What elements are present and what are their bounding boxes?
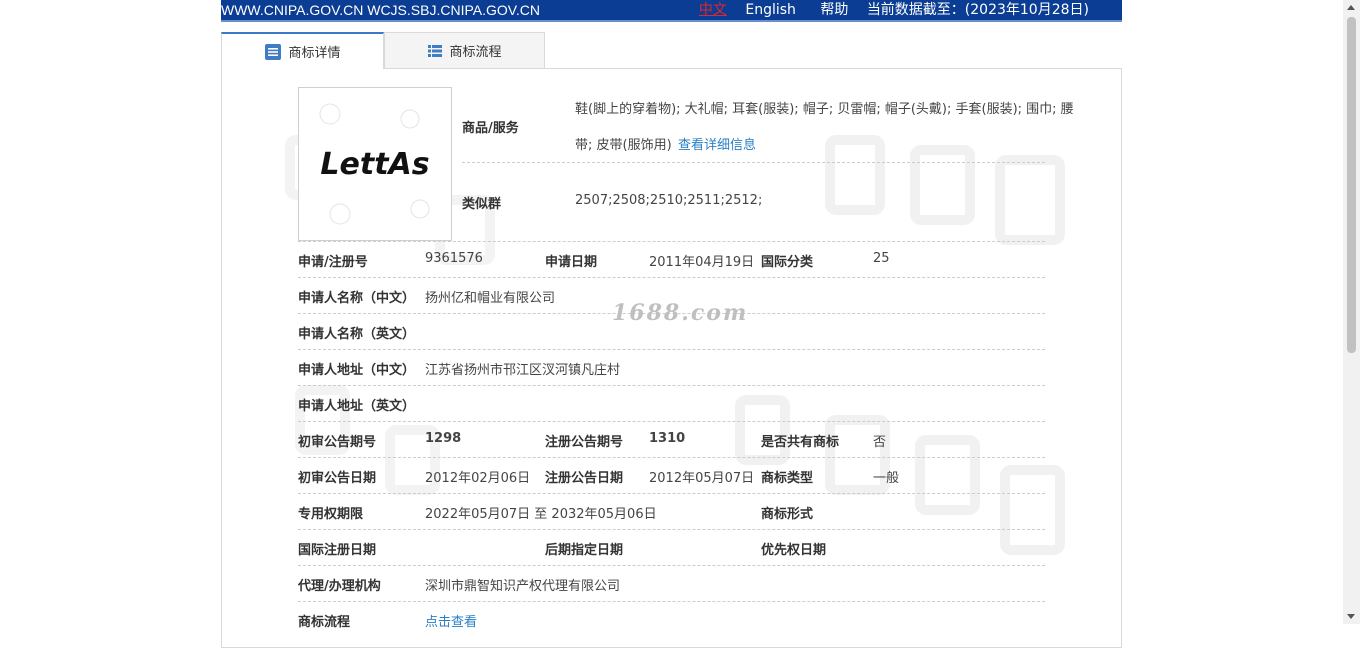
vertical-scrollbar[interactable] (1343, 0, 1360, 624)
goods-label: 商品/服务 (462, 121, 519, 136)
prelim-date-value: 2012年02月06日 (425, 471, 531, 486)
divider (298, 529, 1045, 530)
tab-trademark-detail[interactable]: 商标详情 (221, 32, 384, 69)
tm-form-label: 商标形式 (761, 507, 814, 522)
site-watermark: 1688.com (612, 300, 749, 326)
scrollbar-thumb[interactable] (1347, 17, 1356, 353)
divider (298, 601, 1045, 602)
document-list-icon (265, 43, 282, 60)
divider (298, 493, 1045, 494)
lang-zh-link[interactable]: 中文 (699, 2, 727, 18)
divider (298, 349, 1045, 350)
reg-no-label: 申请/注册号 (298, 255, 368, 270)
scroll-up-icon[interactable] (1347, 5, 1355, 10)
background-seal-watermark-2 (735, 395, 1065, 555)
address-en-label: 申请人地址（英文） (298, 399, 416, 414)
svg-text:LettAs: LettAs (320, 147, 429, 182)
reg-pub-date-label: 注册公告日期 (545, 471, 624, 486)
divider (298, 277, 1045, 278)
intl-class-value: 25 (873, 251, 890, 266)
reg-no-value: 9361576 (425, 251, 483, 266)
exclusive-value: 2022年05月07日 至 2032年05月06日 (425, 507, 657, 522)
divider (298, 421, 1045, 422)
tab-flow-label: 商标流程 (449, 45, 502, 60)
goods-line-1: 鞋(脚上的穿着物); 大礼帽; 耳套(服装); 帽子; 贝雷帽; 帽子(头戴);… (575, 102, 1074, 117)
apply-date-label: 申请日期 (545, 255, 598, 270)
divider (298, 565, 1045, 566)
prelim-date-label: 初审公告日期 (298, 471, 377, 486)
reg-pub-no-label: 注册公告期号 (545, 435, 624, 450)
agent-label: 代理/办理机构 (298, 579, 381, 594)
intl-class-label: 国际分类 (761, 255, 814, 270)
prelim-no-value: 1298 (425, 431, 462, 446)
similar-group-value: 2507;2508;2510;2511;2512; (575, 193, 763, 208)
address-cn-label: 申请人地址（中文） (298, 363, 416, 378)
applicant-cn-label: 申请人名称（中文） (298, 291, 416, 306)
tab-detail-label: 商标详情 (288, 46, 341, 61)
site-domains: WWW.CNIPA.GOV.CN WCJS.SBJ.CNIPA.GOV.CN (221, 2, 540, 18)
apply-date-value: 2011年04月19日 (649, 255, 755, 270)
goods-more-link[interactable]: 查看详细信息 (678, 134, 756, 153)
divider (298, 241, 1045, 242)
divider (298, 457, 1045, 458)
scroll-down-icon[interactable] (1347, 614, 1355, 619)
top-banner: WWW.CNIPA.GOV.CN WCJS.SBJ.CNIPA.GOV.CN 中… (221, 0, 1122, 22)
data-date: 当前数据截至：(2023年10月28日) (866, 2, 1089, 18)
address-cn-value: 江苏省扬州市邗江区汊河镇凡庄村 (425, 363, 621, 378)
later-designation-label: 后期指定日期 (545, 543, 624, 558)
tm-type-value: 一般 (873, 471, 900, 486)
goods-line-2: 带; 皮带(服饰用) (575, 138, 672, 153)
reg-pub-no-value: 1310 (649, 431, 686, 446)
trademark-logo: LettAs (319, 103, 430, 225)
top-links: 中文 English 帮助 当前数据截至：(2023年10月28日) (685, 0, 1089, 20)
tm-type-label: 商标类型 (761, 471, 814, 486)
priority-date-label: 优先权日期 (761, 543, 827, 558)
applicant-en-label: 申请人名称（英文） (298, 327, 416, 342)
prelim-no-label: 初审公告期号 (298, 435, 377, 450)
applicant-cn-value: 扬州亿和帽业有限公司 (425, 291, 556, 306)
divider (462, 162, 1045, 163)
similar-group-label: 类似群 (462, 197, 502, 212)
agent-value: 深圳市鼎智知识产权代理有限公司 (425, 579, 621, 594)
flow-link[interactable]: 点击查看 (425, 611, 477, 630)
exclusive-label: 专用权期限 (298, 507, 364, 522)
trademark-image: LettAs (298, 87, 452, 241)
shared-label: 是否共有商标 (761, 435, 840, 450)
list-icon (428, 44, 443, 57)
help-link[interactable]: 帮助 (820, 2, 848, 18)
flow-label: 商标流程 (298, 615, 351, 630)
intl-reg-date-label: 国际注册日期 (298, 543, 377, 558)
tab-trademark-flow[interactable]: 商标流程 (384, 32, 545, 68)
lang-en-link[interactable]: English (745, 2, 796, 18)
reg-pub-date-value: 2012年05月07日 (649, 471, 755, 486)
shared-value: 否 (873, 435, 887, 450)
background-seal-watermark (825, 135, 1065, 245)
divider (298, 385, 1045, 386)
